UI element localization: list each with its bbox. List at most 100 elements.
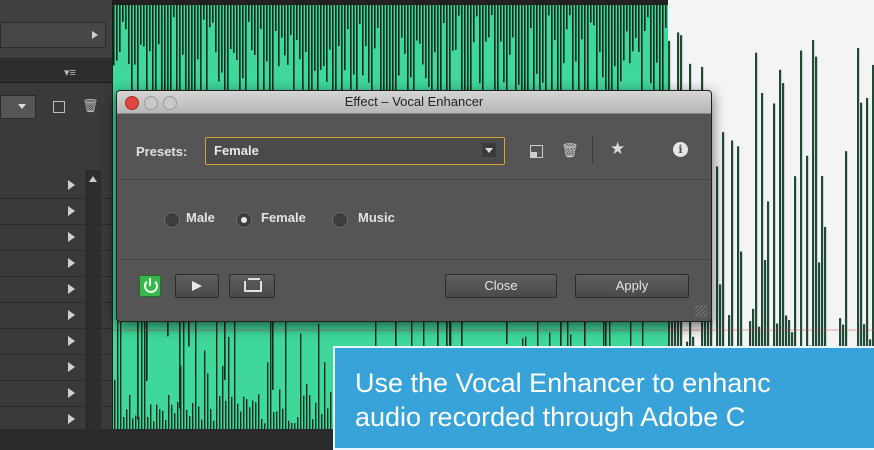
chevron-right-icon[interactable] <box>68 336 75 346</box>
waveform-peak <box>168 394 170 429</box>
waveform-peak <box>554 5 556 41</box>
waveform-peak <box>644 5 646 31</box>
radio-label-male[interactable]: Male <box>186 210 215 225</box>
file-field[interactable] <box>0 22 106 48</box>
waveform-peak <box>602 5 604 78</box>
chevron-right-icon[interactable] <box>92 31 98 39</box>
waveform-peak <box>422 5 424 65</box>
waveform-peak <box>128 5 130 65</box>
waveform-peak <box>539 5 541 94</box>
waveform-peak <box>192 403 194 429</box>
waveform-peak <box>473 5 475 43</box>
radio-music[interactable] <box>332 212 348 228</box>
waveform-peak <box>122 5 124 22</box>
waveform-peak <box>581 5 583 40</box>
waveform-peak <box>189 416 191 429</box>
radio-male[interactable] <box>164 212 180 228</box>
list-row[interactable] <box>0 380 112 407</box>
list-row[interactable] <box>0 250 112 277</box>
list-row[interactable] <box>0 328 112 355</box>
list-row[interactable] <box>0 276 112 303</box>
close-button[interactable]: Close <box>445 274 557 298</box>
waveform-peak <box>590 5 592 23</box>
waveform-peak <box>327 408 329 429</box>
resize-grip[interactable] <box>695 305 707 317</box>
waveform-peak <box>185 5 187 94</box>
waveform-peak <box>509 5 511 55</box>
waveform-peak <box>195 309 197 429</box>
waveform-peak <box>291 423 293 429</box>
left-panel: ▾≡ 🗑 <box>0 0 113 429</box>
waveform-peak <box>284 5 286 56</box>
waveform-peak <box>126 409 128 429</box>
export-button[interactable] <box>229 274 275 298</box>
trash-icon[interactable]: 🗑 <box>82 98 99 114</box>
waveform-peak <box>536 5 538 74</box>
chevron-right-icon[interactable] <box>68 388 75 398</box>
waveform-peak <box>410 5 412 78</box>
trash-icon[interactable]: 🗑 <box>561 142 579 159</box>
waveform-peak <box>428 5 430 87</box>
chevron-right-icon[interactable] <box>68 284 75 294</box>
waveform-peak <box>186 409 188 429</box>
chevron-right-icon[interactable] <box>68 362 75 372</box>
list-row[interactable] <box>0 172 112 199</box>
radio-female[interactable] <box>236 212 252 228</box>
star-icon[interactable]: ★ <box>610 139 625 159</box>
waveform-peak <box>248 5 250 22</box>
waveform-peak <box>443 5 445 24</box>
list-row[interactable] <box>0 224 112 251</box>
waveform-peak <box>191 5 193 104</box>
chevron-right-icon[interactable] <box>68 258 75 268</box>
waveform-peak <box>288 420 290 429</box>
info-icon[interactable]: i <box>673 142 688 157</box>
waveform-peak <box>665 5 667 28</box>
list-row[interactable] <box>0 406 112 429</box>
panel-tab-bar <box>0 60 112 83</box>
waveform-peak <box>158 5 160 45</box>
waveform-peak <box>488 5 490 38</box>
chevron-right-icon[interactable] <box>68 232 75 242</box>
apply-button[interactable]: Apply <box>575 274 689 298</box>
radio-label-music[interactable]: Music <box>358 210 395 225</box>
waveform-peak <box>182 5 184 55</box>
chevron-right-icon[interactable] <box>68 180 75 190</box>
waveform-peak <box>266 5 268 62</box>
list-row[interactable] <box>0 198 112 225</box>
play-button[interactable] <box>175 274 219 298</box>
waveform-peak <box>213 420 215 429</box>
save-preset-icon[interactable] <box>530 145 543 158</box>
waveform-peak <box>210 408 212 429</box>
waveform-peak <box>312 419 314 429</box>
radio-label-female[interactable]: Female <box>261 210 306 225</box>
waveform-peak <box>254 5 256 55</box>
waveform-peak <box>479 5 481 84</box>
waveform-peak <box>303 395 305 429</box>
save-preset-icon[interactable] <box>53 101 65 113</box>
menu-icon[interactable]: ▾≡ <box>64 66 76 79</box>
dialog-titlebar[interactable]: Effect – Vocal Enhancer <box>117 91 711 114</box>
presets-dropdown[interactable]: Female <box>205 137 505 165</box>
chevron-right-icon[interactable] <box>68 414 75 424</box>
waveform-peak <box>542 5 544 83</box>
waveform-peak <box>344 5 346 71</box>
waveform-peak <box>251 5 253 51</box>
waveform-peak <box>323 5 325 67</box>
list-row[interactable] <box>0 354 112 381</box>
tutorial-caption: Use the Vocal Enhancer to enhanc audio r… <box>333 346 874 450</box>
caption-line-1: Use the Vocal Enhancer to enhanc <box>355 368 771 398</box>
list-row[interactable] <box>0 302 112 329</box>
waveform-peak <box>275 5 277 32</box>
waveform-peak <box>117 303 119 429</box>
waveform-peak <box>632 5 634 52</box>
waveform-peak <box>242 5 244 79</box>
waveform-peak <box>596 5 598 98</box>
power-button[interactable] <box>139 275 161 297</box>
waveform-peak <box>296 5 298 41</box>
vocal-enhancer-dialog: Effect – Vocal Enhancer Presets: Female … <box>116 90 712 322</box>
waveform-peak <box>374 5 376 49</box>
waveform-peak <box>563 5 565 64</box>
chevron-right-icon[interactable] <box>68 206 75 216</box>
waveform-peak <box>362 5 364 76</box>
chevron-right-icon[interactable] <box>68 310 75 320</box>
